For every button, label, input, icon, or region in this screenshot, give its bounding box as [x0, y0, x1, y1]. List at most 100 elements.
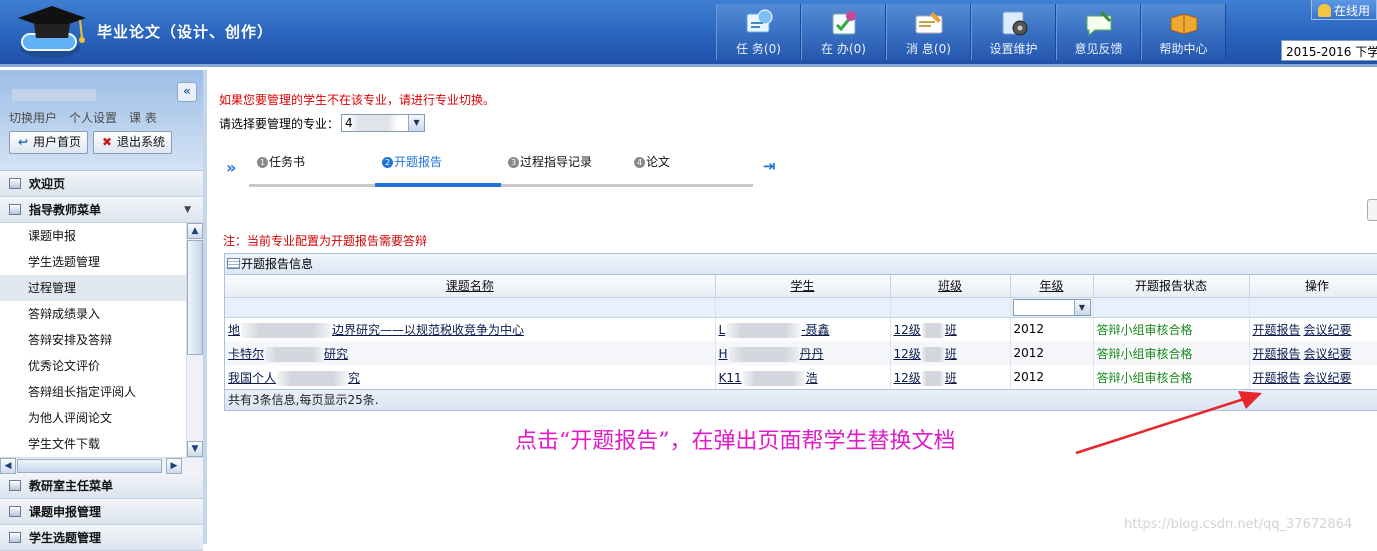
right-edge-button[interactable] — [1367, 199, 1377, 221]
sidebar-item-review-others[interactable]: 为他人评阅论文 — [0, 405, 186, 431]
menu-director[interactable]: 教研室主任菜单 — [0, 473, 203, 499]
switch-user-link[interactable]: 切换用户 — [9, 109, 57, 126]
return-home-icon: ↩ — [17, 135, 29, 149]
topic-cell[interactable]: 地 边界研究——以规范税收竞争为中心 — [225, 317, 716, 341]
user-buttons: ↩ 用户首页 ✖ 退出系统 — [9, 131, 173, 154]
scroll-left-icon[interactable]: ◀ — [0, 458, 16, 474]
column-student[interactable]: 学生 — [715, 275, 891, 298]
step-opening-report[interactable]: 2 开题报告 — [382, 153, 442, 170]
year-cell: 2012 — [1010, 317, 1094, 341]
submenu-horizontal-scrollbar[interactable]: ◀ ▶ — [0, 457, 203, 474]
defense-config-warning: 注：当前专业配置为开题报告需要答辩 — [223, 234, 428, 248]
nav-in-progress[interactable]: 在 办(0) — [801, 4, 886, 60]
menu-topic-select[interactable]: 学生选题管理 — [0, 525, 203, 551]
menu-topic-apply[interactable]: 课题申报管理 — [0, 499, 203, 525]
column-year[interactable]: 年级 — [1010, 275, 1094, 298]
menu-icon — [9, 178, 21, 189]
opening-report-link[interactable]: 开题报告 — [1253, 371, 1301, 385]
sidebar-item-defense-score[interactable]: 答辩成绩录入 — [0, 301, 186, 327]
year-cell: 2012 — [1010, 365, 1094, 389]
topic-cell[interactable]: 卡特尔 研究 — [225, 341, 716, 365]
step-label: 过程指导记录 — [520, 155, 593, 169]
scroll-down-icon[interactable]: ▼ — [187, 441, 203, 457]
major-row: 请选择要管理的专业： 4 ▼ — [219, 114, 426, 132]
skip-to-end-icon[interactable]: ⇥ — [763, 157, 776, 175]
class-link[interactable]: 12级 — [894, 371, 921, 385]
sidebar-item-topic-apply[interactable]: 课题申报 — [0, 223, 186, 249]
class-cell[interactable]: 12级 班 — [890, 317, 1011, 341]
topic-link[interactable]: 我国个人 — [228, 371, 276, 385]
topic-link[interactable]: 卡特尔 — [228, 347, 264, 361]
nav-help[interactable]: 帮助中心 — [1141, 4, 1226, 60]
topic-cell[interactable]: 我国个人 究 — [225, 365, 716, 389]
scroll-thumb[interactable] — [187, 240, 203, 355]
student-cell[interactable]: H 丹丹 — [715, 341, 891, 365]
column-topic[interactable]: 课题名称 — [225, 275, 716, 298]
redacted-text — [742, 370, 805, 386]
step-task-book[interactable]: 1 任务书 — [257, 153, 305, 170]
topic-link[interactable]: 地 — [228, 323, 240, 337]
column-class[interactable]: 班级 — [890, 275, 1011, 298]
online-users-badge[interactable]: 在线用 — [1311, 0, 1377, 20]
column-class-label: 班级 — [937, 279, 962, 294]
redacted-text — [241, 322, 332, 338]
nav-feedback[interactable]: 意见反馈 — [1056, 4, 1141, 60]
chevron-down-icon: ▼ — [1073, 299, 1090, 315]
meeting-minutes-link[interactable]: 会议纪要 — [1304, 323, 1352, 337]
column-actions-label: 操作 — [1304, 279, 1329, 294]
nav-messages[interactable]: 消 息(0) — [886, 4, 971, 60]
scroll-thumb[interactable] — [17, 459, 162, 473]
scroll-right-icon[interactable]: ▶ — [166, 458, 182, 474]
student-link[interactable]: H — [719, 347, 728, 361]
student-link[interactable]: L — [719, 323, 726, 337]
collapse-sidebar-button[interactable]: « — [177, 82, 197, 102]
topic-link[interactable]: 边界研究——以规范税收竞争为中心 — [332, 323, 524, 337]
student-cell[interactable]: K11 浩 — [715, 365, 891, 389]
class-link[interactable]: 班 — [945, 371, 957, 385]
meeting-minutes-link[interactable]: 会议纪要 — [1304, 347, 1352, 361]
student-cell[interactable]: L -聂鑫 — [715, 317, 891, 341]
step-label: 任务书 — [269, 155, 306, 169]
student-link[interactable]: -聂鑫 — [801, 323, 829, 337]
settings-icon — [1002, 11, 1027, 36]
double-chevron-right-icon[interactable]: » — [226, 158, 236, 177]
sidebar-item-student-topic[interactable]: 学生选题管理 — [0, 249, 186, 275]
class-link[interactable]: 班 — [945, 347, 957, 361]
task-icon — [746, 9, 772, 33]
term-select[interactable]: 2015-2016 下学期 — [1281, 40, 1377, 61]
sidebar-item-process[interactable]: 过程管理 — [0, 275, 186, 301]
step-thesis[interactable]: 4 论文 — [634, 153, 670, 170]
class-link[interactable]: 班 — [945, 323, 957, 337]
major-select[interactable]: 4 ▼ — [341, 114, 426, 132]
nav-tasks[interactable]: 任 务(0) — [716, 4, 801, 60]
logout-button[interactable]: ✖ 退出系统 — [93, 131, 173, 154]
home-button[interactable]: ↩ 用户首页 — [9, 131, 89, 154]
submenu-vertical-scrollbar[interactable]: ▲ ▼ — [186, 223, 203, 457]
student-link[interactable]: K11 — [719, 371, 742, 385]
home-button-label: 用户首页 — [33, 135, 82, 149]
topic-link[interactable]: 究 — [348, 371, 360, 385]
meeting-minutes-link[interactable]: 会议纪要 — [1304, 371, 1352, 385]
student-link[interactable]: 丹丹 — [800, 347, 824, 361]
personal-settings-link[interactable]: 个人设置 — [69, 109, 117, 126]
opening-report-link[interactable]: 开题报告 — [1253, 323, 1301, 337]
class-cell[interactable]: 12级 班 — [890, 365, 1011, 389]
nav-settings[interactable]: 设置维护 — [971, 4, 1056, 60]
menu-welcome[interactable]: 欢迎页 — [0, 171, 203, 197]
year-filter-select[interactable]: ▼ — [1012, 298, 1091, 316]
timetable-link[interactable]: 课 表 — [129, 109, 157, 126]
class-cell[interactable]: 12级 班 — [890, 341, 1011, 365]
class-link[interactable]: 12级 — [894, 347, 921, 361]
opening-report-link[interactable]: 开题报告 — [1253, 347, 1301, 361]
student-link[interactable]: 浩 — [806, 371, 818, 385]
menu-teacher[interactable]: 指导教师菜单 ▼ — [0, 197, 203, 223]
sidebar-item-excellent-eval[interactable]: 优秀论文评价 — [0, 353, 186, 379]
sidebar-item-assign-reviewer[interactable]: 答辩组长指定评阅人 — [0, 379, 186, 405]
table-icon — [227, 258, 240, 269]
sidebar-item-file-download[interactable]: 学生文件下载 — [0, 431, 186, 457]
topic-link[interactable]: 研究 — [324, 347, 348, 361]
step-guidance-records[interactable]: 3 过程指导记录 — [508, 153, 592, 170]
scroll-up-icon[interactable]: ▲ — [187, 223, 203, 239]
sidebar-item-defense-arrange[interactable]: 答辩安排及答辩 — [0, 327, 186, 353]
class-link[interactable]: 12级 — [894, 323, 921, 337]
